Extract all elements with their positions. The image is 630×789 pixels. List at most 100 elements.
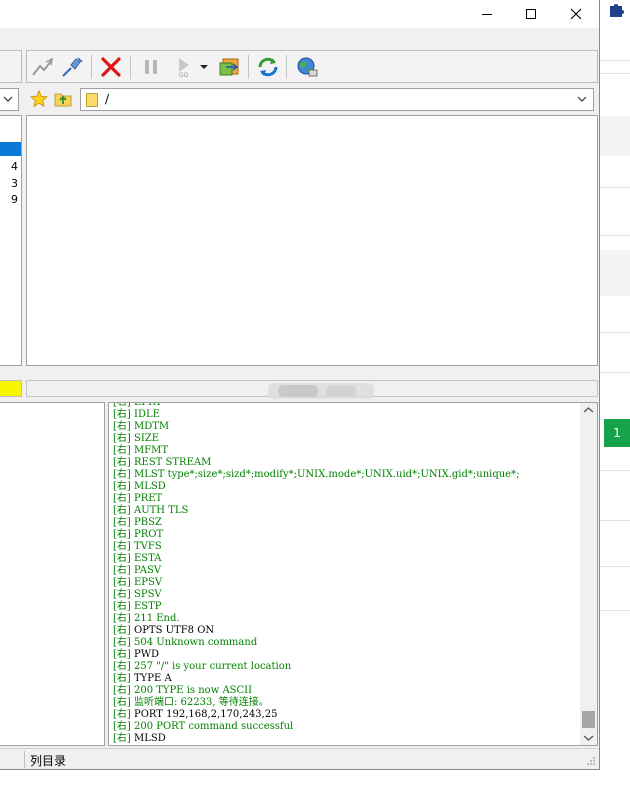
log-prefix: [右] xyxy=(113,421,131,432)
log-line: [右] AUTH TLS xyxy=(113,505,519,517)
log-prefix: [右] xyxy=(113,637,131,648)
log-line: [右] 504 Unknown command xyxy=(113,637,519,649)
log-line: [右] 200 TYPE is now ASCII xyxy=(113,685,519,697)
log-line: [右] TVFS xyxy=(113,541,519,553)
log-prefix: [右] xyxy=(113,577,131,588)
log-text: 257 "/" is your current location xyxy=(130,661,292,672)
log-line: [右] 200 PORT command successful xyxy=(113,721,519,733)
maximize-icon xyxy=(526,9,536,19)
local-file-list[interactable]: 4 3 9 xyxy=(0,115,22,366)
remote-path: / xyxy=(105,92,110,106)
log-text: ESTP xyxy=(130,601,162,612)
background-badge[interactable]: 1 xyxy=(604,419,630,447)
log-line: [右] SPSV xyxy=(113,589,519,601)
log-text: EPRT xyxy=(130,402,163,408)
connect-icon xyxy=(32,57,53,76)
transfer-button[interactable] xyxy=(217,55,243,79)
remote-toolbar: GO xyxy=(26,50,598,83)
left-toolbar-edge xyxy=(0,50,22,83)
star-icon[interactable] xyxy=(30,90,48,108)
maximize-button[interactable] xyxy=(508,0,554,28)
log-text: MFMT xyxy=(130,445,169,456)
log-line: [右] ESTP xyxy=(113,601,519,613)
abort-button[interactable] xyxy=(98,55,124,79)
pause-icon xyxy=(145,60,157,74)
log-prefix: [右] xyxy=(113,553,131,564)
pane-splitter[interactable] xyxy=(268,381,374,401)
selected-row[interactable] xyxy=(0,142,21,156)
log-prefix: [右] xyxy=(113,685,131,696)
log-text: TYPE A xyxy=(130,673,172,684)
log-line: [右] MDTM xyxy=(113,421,519,433)
log-line: [右] 211 End. xyxy=(113,613,519,625)
disconnect-icon xyxy=(62,57,83,77)
go-dropdown-button[interactable] xyxy=(197,55,211,79)
remote-address-combo[interactable]: / xyxy=(80,88,594,111)
log-line: [右] 监听端口: 62233, 等待连接。 xyxy=(113,697,519,709)
disconnect-button[interactable] xyxy=(59,55,85,79)
puzzle-icon[interactable] xyxy=(606,0,626,18)
scrollbar-thumb[interactable] xyxy=(582,711,595,728)
log-line: [右] PORT 192,168,2,170,243,25 xyxy=(113,709,519,721)
chevron-up-icon[interactable] xyxy=(583,406,594,414)
connect-button[interactable] xyxy=(30,55,56,79)
log-prefix: [右] xyxy=(113,517,131,528)
log-prefix: [右] xyxy=(113,505,131,516)
list-item[interactable]: 9 xyxy=(11,193,18,206)
log-prefix: [右] xyxy=(113,697,131,708)
chevron-down-icon xyxy=(3,96,13,102)
log-prefix: [右] xyxy=(113,601,131,612)
refresh-button[interactable] xyxy=(255,55,281,79)
svg-text:GO: GO xyxy=(179,72,189,78)
log-text: 200 PORT command successful xyxy=(130,721,294,732)
log-text: PRET xyxy=(130,493,163,504)
chevron-down-icon[interactable] xyxy=(576,93,588,105)
left-address-combo[interactable] xyxy=(0,88,19,111)
pause-button[interactable] xyxy=(138,55,164,79)
list-item[interactable]: 3 xyxy=(11,177,18,190)
close-button[interactable] xyxy=(553,0,599,28)
log-text: EPSV xyxy=(130,577,163,588)
log-line: [右] TYPE A xyxy=(113,673,519,685)
minimize-button[interactable] xyxy=(464,0,510,28)
log-text: ESTA xyxy=(130,553,162,564)
log-lines: [右] EPRT [右] IDLE [右] MDTM [右] SIZE [右] MFMT… xyxy=(113,402,519,745)
go-icon: GO xyxy=(179,58,189,78)
remote-file-list[interactable] xyxy=(26,115,598,366)
log-prefix: [右] xyxy=(113,541,131,552)
log-scrollbar[interactable] xyxy=(580,403,597,745)
log-window[interactable]: [右] EPRT [右] IDLE [右] MDTM [右] SIZE [右] MFMT… xyxy=(108,402,598,746)
log-text: PBSZ xyxy=(130,517,162,528)
log-text: MLSD xyxy=(130,481,166,492)
log-line: [右] PRET xyxy=(113,493,519,505)
log-text: 监听端口: 62233, 等待连接。 xyxy=(130,697,269,708)
log-text: 504 Unknown command xyxy=(130,637,258,648)
log-prefix: [右] xyxy=(113,721,131,732)
chevron-down-icon[interactable] xyxy=(583,734,594,742)
log-text: MDTM xyxy=(130,421,170,432)
log-line: [右] EPSV xyxy=(113,577,519,589)
log-line: [右] MFMT xyxy=(113,445,519,457)
log-text: SPSV xyxy=(130,589,162,600)
log-line: [右] ESTA xyxy=(113,553,519,565)
local-status-strip xyxy=(0,380,22,397)
transfer-icon xyxy=(219,58,239,76)
resize-grip-icon[interactable] xyxy=(586,756,596,766)
go-button[interactable]: GO xyxy=(170,55,196,79)
status-bar: 列目录 xyxy=(0,748,599,769)
log-line: [右] OPTS UTF8 ON xyxy=(113,625,519,637)
log-prefix: [右] xyxy=(113,733,131,744)
list-item[interactable]: 4 xyxy=(11,160,18,173)
log-prefix: [右] xyxy=(113,433,131,444)
site-manager-button[interactable] xyxy=(294,55,320,79)
close-icon xyxy=(570,8,582,20)
log-line: [右] MLSD xyxy=(113,481,519,493)
folder-icon xyxy=(86,93,98,107)
parent-folder-icon[interactable] xyxy=(54,90,72,108)
log-text: PORT 192,168,2,170,243,25 xyxy=(130,709,278,720)
log-prefix: [右] xyxy=(113,457,131,468)
log-prefix: [右] xyxy=(113,529,131,540)
log-prefix: [右] xyxy=(113,409,131,420)
log-line: [右] EPRT xyxy=(113,402,519,409)
go-dropdown-icon xyxy=(200,65,208,69)
